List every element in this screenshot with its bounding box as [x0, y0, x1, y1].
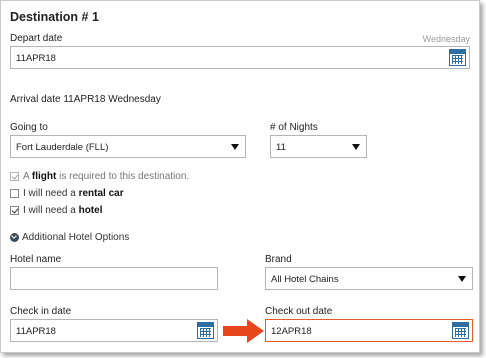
destination-panel: Destination # 1 Depart date Wednesday 11… [0, 0, 480, 353]
depart-date-value: 11APR18 [16, 53, 56, 64]
check-in-value: 11APR18 [16, 326, 56, 337]
nights-select[interactable]: 11 [270, 135, 367, 158]
going-to-select[interactable]: Fort Lauderdale (FLL) [10, 135, 246, 158]
hotel-option-label[interactable]: I will need a hotel [23, 205, 102, 216]
depart-date-label: Depart date [10, 33, 63, 44]
check-in-label: Check in date [10, 306, 72, 317]
rental-car-checkbox[interactable] [10, 189, 19, 198]
chevron-down-icon [231, 144, 239, 150]
hotel-name-label: Hotel name [10, 254, 62, 265]
flight-option: A flight is required to this destination… [10, 171, 310, 183]
hotel-checkbox[interactable] [10, 206, 19, 215]
flight-checkbox [10, 172, 19, 181]
destination-title: Destination # 1 [10, 10, 99, 24]
brand-select[interactable]: All Hotel Chains [265, 267, 473, 290]
check-out-label: Check out date [265, 306, 333, 317]
check-out-input[interactable]: 12APR18 [265, 319, 473, 342]
hotel-name-input[interactable] [10, 267, 218, 290]
chevron-down-icon [458, 276, 466, 282]
calendar-icon[interactable] [197, 322, 214, 339]
chevron-down-icon [352, 144, 360, 150]
rental-car-option[interactable]: I will need a rental car [10, 188, 310, 200]
depart-date-input[interactable]: 11APR18 [10, 46, 470, 69]
depart-weekday: Wednesday [422, 34, 470, 44]
additional-hotel-options-toggle[interactable]: Additional Hotel Options [10, 232, 210, 244]
arrival-date-text: Arrival date 11APR18 Wednesday [10, 94, 161, 105]
flight-option-label: A flight is required to this destination… [23, 171, 190, 182]
nights-label: # of Nights [270, 122, 318, 133]
nights-value: 11 [276, 142, 286, 153]
hotel-option[interactable]: I will need a hotel [10, 205, 310, 217]
going-to-value: Fort Lauderdale (FLL) [16, 142, 109, 153]
rental-car-option-label[interactable]: I will need a rental car [23, 188, 124, 199]
additional-hotel-options-label[interactable]: Additional Hotel Options [22, 232, 129, 243]
calendar-icon[interactable] [449, 49, 466, 66]
brand-value: All Hotel Chains [271, 274, 339, 285]
check-out-value: 12APR18 [271, 326, 312, 337]
check-in-input[interactable]: 11APR18 [10, 319, 218, 342]
chevron-down-circle-icon [10, 233, 19, 242]
arrow-right-icon [223, 319, 264, 343]
brand-label: Brand [265, 254, 292, 265]
calendar-icon[interactable] [452, 322, 469, 339]
going-to-label: Going to [10, 122, 48, 133]
